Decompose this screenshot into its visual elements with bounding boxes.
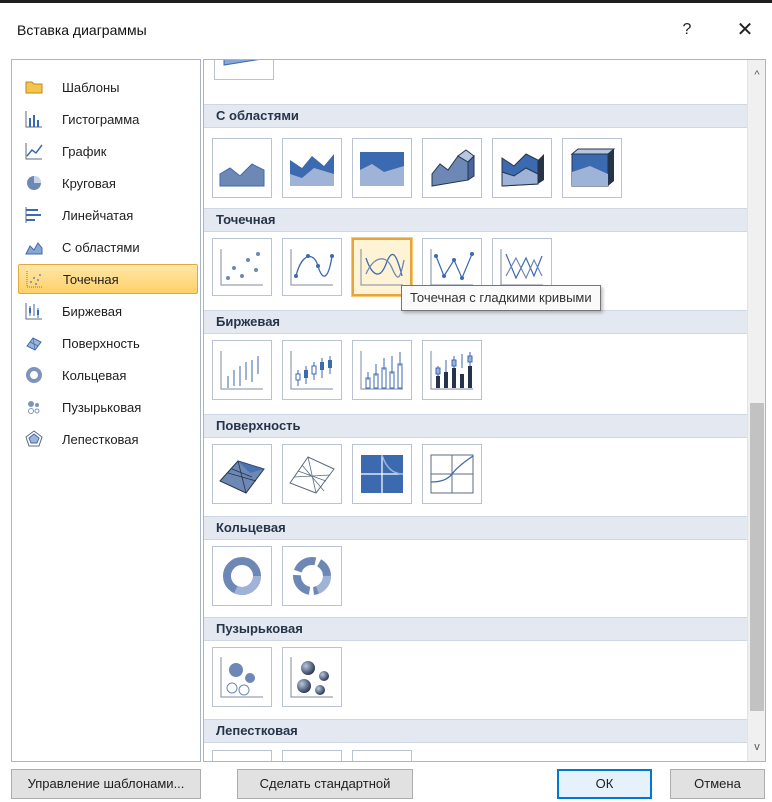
section-header-area: С областями	[204, 104, 747, 128]
chart-thumb-radar-markers[interactable]	[282, 750, 342, 761]
scatter-chart-icon	[25, 269, 45, 289]
title-bar: Вставка диаграммы ? ✕	[0, 6, 772, 50]
insert-chart-dialog: Вставка диаграммы ? ✕ Шаблоны Гистограмм…	[0, 0, 772, 802]
surface-chart-icon	[24, 333, 44, 353]
category-item-templates[interactable]: Шаблоны	[18, 72, 198, 102]
chart-type-tooltip: Точечная с гладкими кривыми	[401, 285, 601, 311]
chart-thumb-3d-wireframe[interactable]	[282, 444, 342, 504]
chart-thumb-exploded-doughnut[interactable]	[282, 546, 342, 606]
chart-thumb-stock-hlc[interactable]	[212, 340, 272, 400]
scroll-up-arrow-icon[interactable]: ^	[748, 60, 765, 90]
manage-templates-button[interactable]: Управление шаблонами...	[11, 769, 201, 799]
chart-thumb-3d-surface[interactable]	[212, 444, 272, 504]
category-label: Шаблоны	[62, 79, 120, 95]
chart-thumb-3d-bubble[interactable]	[282, 647, 342, 707]
chart-thumb-stock-ohlc[interactable]	[282, 340, 342, 400]
chart-thumb-stock-vohlc[interactable]	[422, 340, 482, 400]
pie-chart-icon	[24, 173, 44, 193]
chart-thumb-3d-area[interactable]	[422, 138, 482, 198]
scroll-thumb[interactable]	[750, 403, 764, 711]
category-label: График	[62, 143, 107, 159]
bubble-chart-icon	[24, 397, 44, 417]
line-chart-icon	[24, 141, 44, 161]
category-label: Пузырьковая	[62, 399, 142, 415]
chart-thumb-stock-vhlc[interactable]	[352, 340, 412, 400]
category-label: Линейчатая	[62, 207, 134, 223]
chart-thumb-filled-radar[interactable]	[352, 750, 412, 761]
doughnut-chart-icon	[24, 365, 44, 385]
close-button[interactable]: ✕	[730, 16, 760, 44]
chart-thumb-area[interactable]	[212, 138, 272, 198]
category-item-pie[interactable]: Круговая	[18, 168, 198, 198]
section-header-stock: Биржевая	[204, 310, 747, 334]
chart-thumb-doughnut[interactable]	[212, 546, 272, 606]
chart-thumb-previous[interactable]	[214, 60, 274, 80]
scroll-down-arrow-icon[interactable]: v	[748, 734, 765, 761]
stock-chart-icon	[24, 301, 44, 321]
cancel-button[interactable]: Отмена	[670, 769, 765, 799]
chart-thumb-100-area[interactable]	[352, 138, 412, 198]
category-label: Гистограмма	[62, 111, 140, 127]
category-item-scatter[interactable]: Точечная	[18, 264, 198, 294]
section-header-radar: Лепестковая	[204, 719, 747, 743]
category-label: Биржевая	[62, 303, 122, 319]
section-header-surface: Поверхность	[204, 414, 747, 438]
section-header-doughnut: Кольцевая	[204, 516, 747, 540]
category-item-surface[interactable]: Поверхность	[18, 328, 198, 358]
chart-thumb-stacked-area[interactable]	[282, 138, 342, 198]
chart-thumb-contour[interactable]	[352, 444, 412, 504]
ok-button[interactable]: ОК	[557, 769, 652, 799]
category-label: Кольцевая	[62, 367, 127, 383]
category-item-area[interactable]: С областями	[18, 232, 198, 262]
chart-thumb-3d-100-area[interactable]	[562, 138, 622, 198]
chart-subtype-gallery: С областями Точечная Биржевая Поверхност…	[203, 59, 766, 762]
category-label: Лепестковая	[62, 431, 139, 447]
chart-thumb-radar[interactable]	[212, 750, 272, 761]
category-item-column[interactable]: Гистограмма	[18, 104, 198, 134]
gallery-scrollbar[interactable]: ^ v	[747, 60, 765, 761]
chart-thumb-3d-stacked-area[interactable]	[492, 138, 552, 198]
chart-thumb-bubble[interactable]	[212, 647, 272, 707]
area-chart-icon	[24, 237, 44, 257]
radar-chart-icon	[24, 429, 44, 449]
column-chart-icon	[24, 109, 44, 129]
category-label: Круговая	[62, 175, 116, 191]
category-label: Точечная	[63, 271, 119, 287]
chart-thumb-scatter-markers[interactable]	[212, 238, 272, 296]
chart-thumb-scatter-smooth-markers[interactable]	[282, 238, 342, 296]
chart-category-list: Шаблоны Гистограмма График Круговая Лине…	[11, 59, 201, 762]
help-button[interactable]: ?	[673, 16, 701, 44]
category-label: Поверхность	[62, 335, 140, 351]
category-item-bubble[interactable]: Пузырьковая	[18, 392, 198, 422]
category-item-stock[interactable]: Биржевая	[18, 296, 198, 326]
category-item-line[interactable]: График	[18, 136, 198, 166]
bar-chart-icon	[24, 205, 44, 225]
category-label: С областями	[62, 239, 140, 255]
section-header-scatter: Точечная	[204, 208, 747, 232]
category-item-radar[interactable]: Лепестковая	[18, 424, 198, 454]
dialog-title: Вставка диаграммы	[17, 22, 147, 38]
category-item-bar[interactable]: Линейчатая	[18, 200, 198, 230]
folder-icon	[24, 77, 44, 97]
chart-thumb-wireframe-contour[interactable]	[422, 444, 482, 504]
set-default-button[interactable]: Сделать стандартной	[237, 769, 413, 799]
category-item-doughnut[interactable]: Кольцевая	[18, 360, 198, 390]
section-header-bubble: Пузырьковая	[204, 617, 747, 641]
